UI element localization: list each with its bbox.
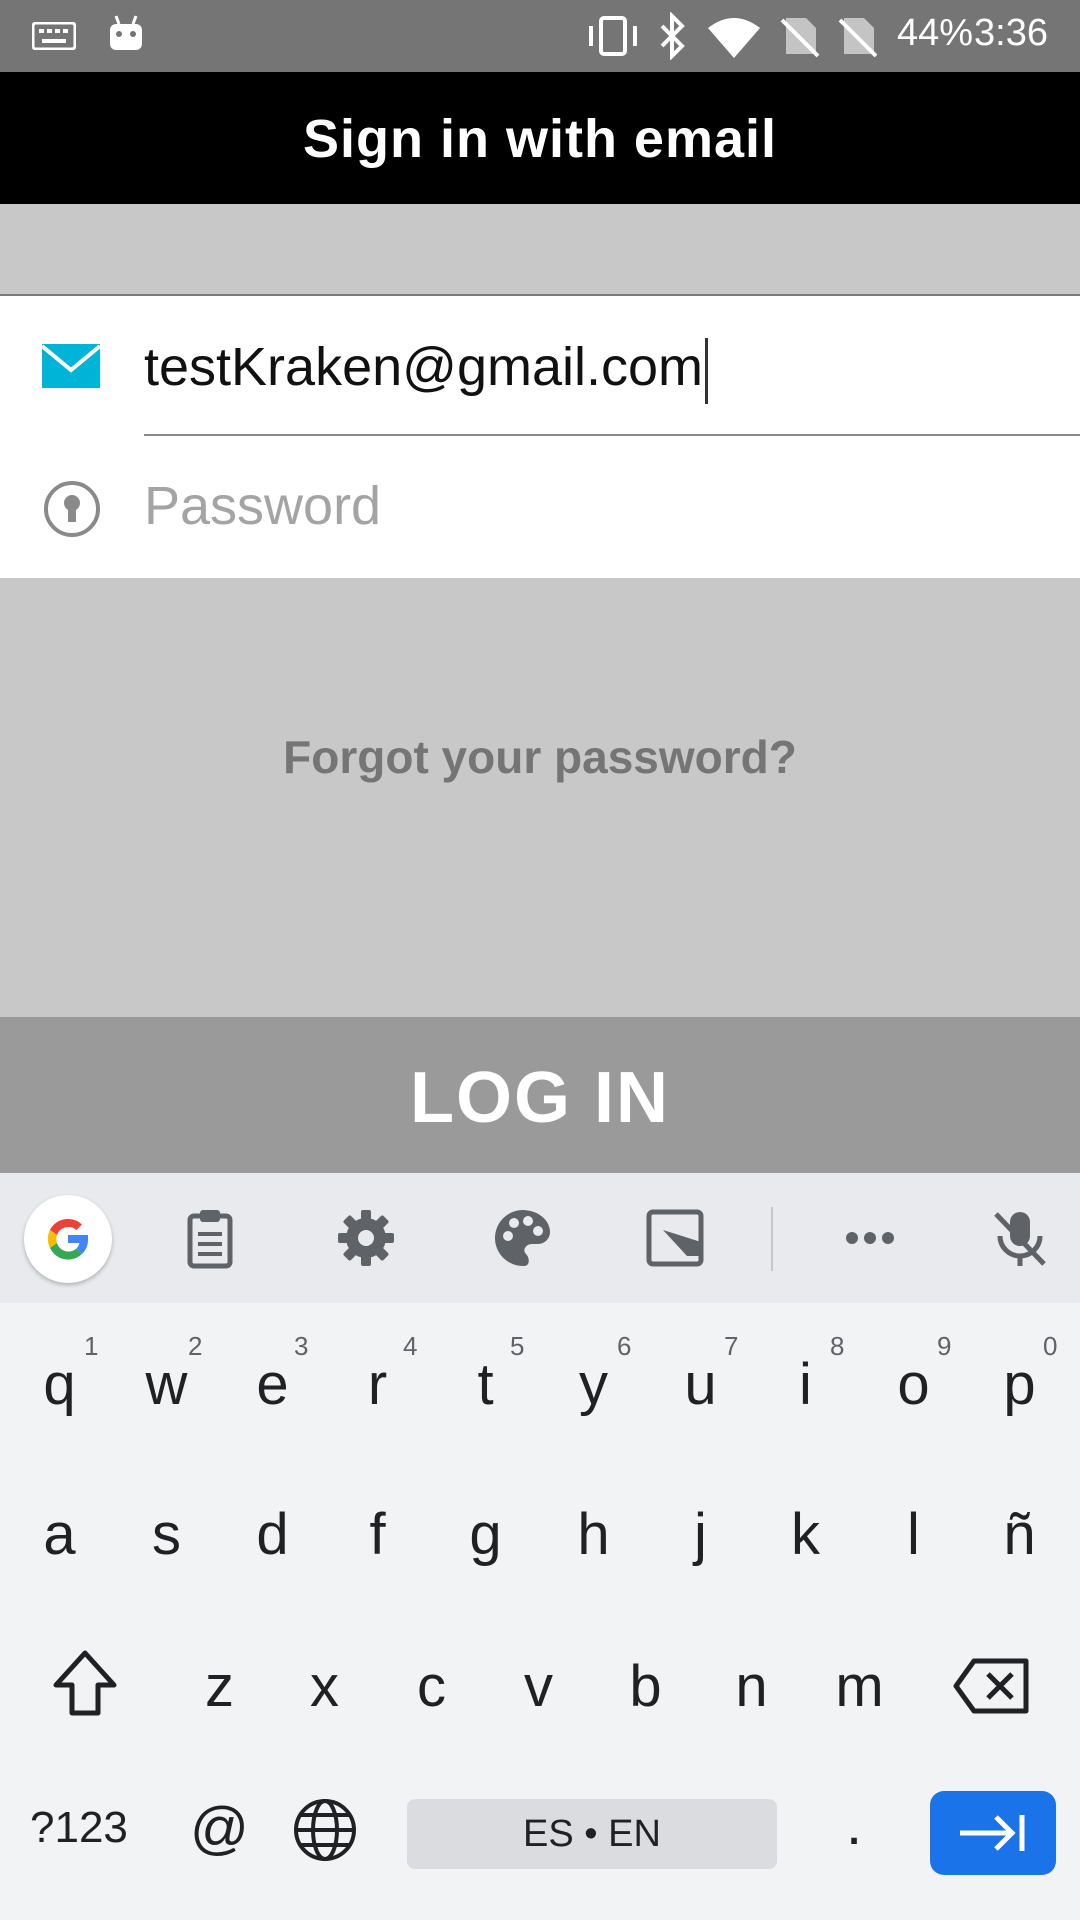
mic-off-icon[interactable] bbox=[988, 1206, 1052, 1270]
status-bar: 44% 3:36 bbox=[0, 0, 1080, 72]
key-b[interactable]: b bbox=[592, 1653, 699, 1720]
key-c[interactable]: c bbox=[378, 1653, 485, 1720]
key-n[interactable]: n bbox=[698, 1653, 805, 1720]
key-at[interactable]: @ bbox=[190, 1795, 249, 1862]
key-hint: 6 bbox=[617, 1331, 632, 1361]
battery-level: 44% bbox=[897, 12, 974, 54]
key-hint: 8 bbox=[830, 1331, 845, 1361]
google-button[interactable] bbox=[24, 1195, 112, 1283]
no-sim-icon bbox=[780, 18, 820, 58]
key-l[interactable]: l bbox=[860, 1501, 967, 1568]
clipboard-icon[interactable] bbox=[178, 1206, 242, 1270]
key-d[interactable]: d bbox=[219, 1501, 326, 1568]
key-a[interactable]: a bbox=[6, 1501, 113, 1568]
email-value: testKraken@gmail.com bbox=[144, 337, 704, 397]
enter-button[interactable] bbox=[930, 1791, 1056, 1875]
shift-icon[interactable] bbox=[52, 1649, 118, 1719]
key-h[interactable]: h bbox=[540, 1501, 647, 1568]
bluetooth-icon bbox=[660, 12, 685, 60]
key-x[interactable]: x bbox=[271, 1653, 378, 1720]
key-hint: 5 bbox=[510, 1331, 525, 1361]
key-hint: 1 bbox=[84, 1331, 99, 1361]
backspace-icon[interactable] bbox=[952, 1657, 1032, 1715]
login-button-label: LOG IN bbox=[410, 1058, 670, 1138]
email-input[interactable]: testKraken@gmail.com bbox=[144, 336, 709, 404]
key-f[interactable]: f bbox=[324, 1501, 431, 1568]
key-v[interactable]: v bbox=[485, 1653, 592, 1720]
more-icon[interactable] bbox=[838, 1206, 902, 1270]
image-edit-icon[interactable] bbox=[643, 1206, 707, 1270]
google-icon bbox=[47, 1218, 89, 1260]
keyboard-toolbar bbox=[0, 1173, 1080, 1303]
key-e[interactable]: e bbox=[219, 1351, 326, 1418]
login-button[interactable]: LOG IN bbox=[0, 1017, 1080, 1173]
key-s[interactable]: s bbox=[113, 1501, 220, 1568]
palette-icon[interactable] bbox=[490, 1206, 554, 1270]
key-period[interactable]: . bbox=[846, 1791, 862, 1858]
key-k[interactable]: k bbox=[752, 1501, 859, 1568]
key-j[interactable]: j bbox=[647, 1501, 754, 1568]
email-field[interactable]: testKraken@gmail.com bbox=[0, 296, 1080, 436]
key-hint: 2 bbox=[188, 1331, 203, 1361]
email-underline bbox=[144, 434, 1080, 436]
password-input[interactable] bbox=[144, 468, 1044, 544]
keyhole-icon bbox=[44, 481, 100, 537]
wifi-icon bbox=[708, 18, 760, 58]
mail-icon bbox=[42, 344, 100, 388]
clock: 3:36 bbox=[974, 12, 1048, 54]
key-hint: 9 bbox=[937, 1331, 952, 1361]
no-sim-icon bbox=[838, 18, 878, 58]
password-field[interactable] bbox=[0, 440, 1080, 578]
toolbar-separator bbox=[771, 1207, 773, 1271]
key-w[interactable]: w bbox=[113, 1351, 220, 1418]
space-bar[interactable]: ES • EN bbox=[407, 1799, 777, 1869]
text-caret bbox=[705, 337, 709, 404]
keyboard-icon bbox=[32, 22, 76, 50]
key-hint: 0 bbox=[1043, 1331, 1058, 1361]
tab-next-icon bbox=[960, 1815, 1025, 1851]
page-title: Sign in with email bbox=[302, 109, 778, 169]
forgot-password-link[interactable]: Forgot your password? bbox=[0, 730, 1080, 784]
symbols-key[interactable]: ?123 bbox=[30, 1803, 128, 1853]
key-hint: 4 bbox=[403, 1331, 418, 1361]
title-bar: Sign in with email bbox=[0, 72, 1080, 204]
soft-keyboard: q w e r t y u i o p 1 2 3 4 5 6 7 8 9 0 … bbox=[0, 1173, 1080, 1920]
key-z[interactable]: z bbox=[166, 1653, 273, 1720]
android-icon bbox=[110, 15, 142, 50]
key-hint: 7 bbox=[724, 1331, 739, 1361]
globe-icon[interactable] bbox=[292, 1797, 358, 1863]
gear-icon[interactable] bbox=[334, 1206, 398, 1270]
key-n-tilde[interactable]: ñ bbox=[966, 1501, 1073, 1568]
vibrate-icon bbox=[589, 16, 637, 56]
key-g[interactable]: g bbox=[432, 1501, 539, 1568]
key-m[interactable]: m bbox=[806, 1653, 913, 1720]
key-hint: 3 bbox=[294, 1331, 309, 1361]
